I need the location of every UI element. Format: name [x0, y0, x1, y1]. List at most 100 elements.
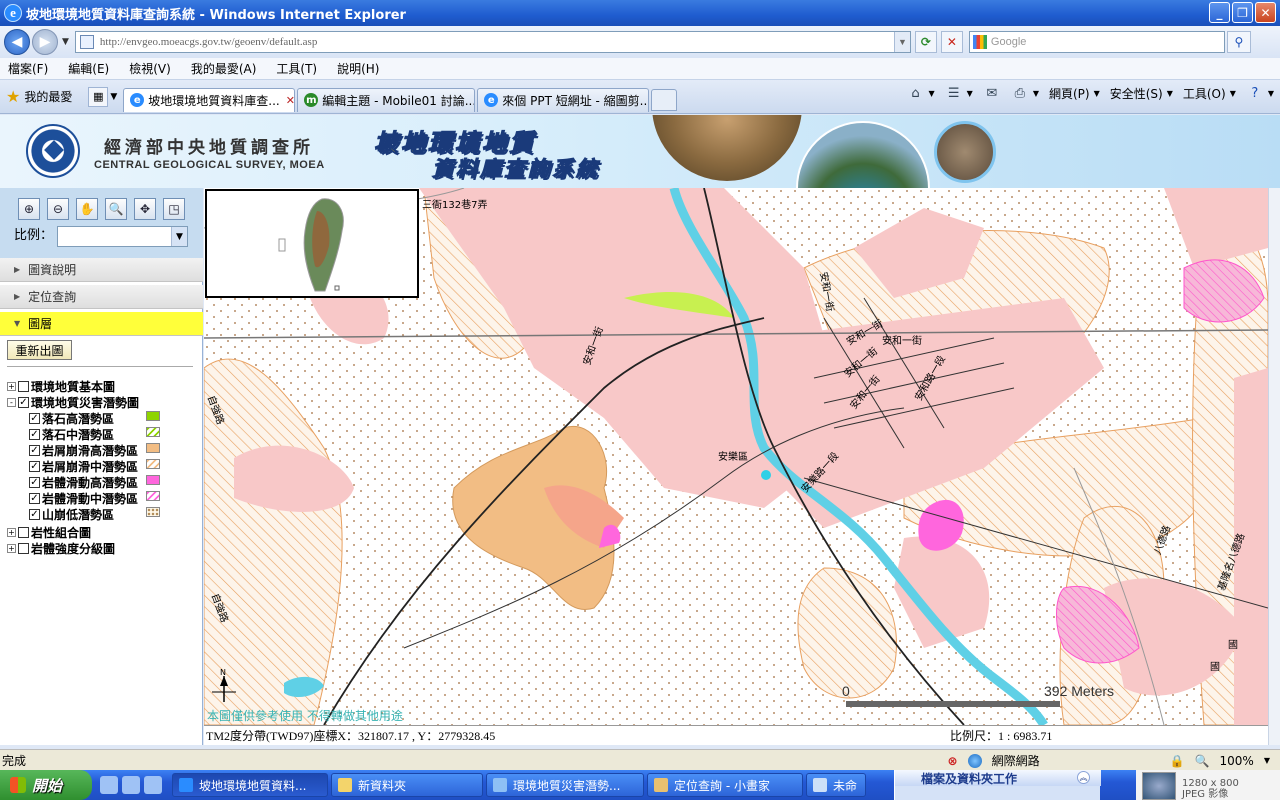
layer-checkbox[interactable]	[18, 527, 29, 538]
zoom-icon[interactable]: 🔍	[1195, 754, 1210, 768]
full-extent-icon[interactable]: ✥	[134, 198, 156, 220]
safety-dropdown-icon[interactable]: ▼	[1167, 89, 1173, 98]
print-dropdown-icon[interactable]: ▼	[1033, 89, 1039, 98]
refresh-button[interactable]: ⟳	[914, 31, 937, 53]
mail-icon[interactable]: ✉	[983, 84, 1001, 102]
task-ie-geoenv[interactable]: 坡地環境地質資料...	[172, 773, 328, 797]
redraw-button[interactable]: 重新出圖	[7, 340, 72, 360]
sublayer-rockfall-medium[interactable]: ✓ 落石中潛勢區	[29, 426, 114, 443]
history-dropdown-icon[interactable]: ▼	[62, 37, 69, 47]
layer-checkbox[interactable]: ✓	[18, 397, 29, 408]
print-icon[interactable]: ⎙	[1011, 84, 1029, 102]
task-untitled[interactable]: 未命	[806, 773, 866, 797]
zoom-in-icon[interactable]: ⊕	[18, 198, 40, 220]
favorites-button[interactable]: ★ 我的最愛	[6, 87, 72, 106]
url-dropdown-icon[interactable]: ▼	[893, 32, 910, 52]
expand-icon[interactable]: +	[7, 544, 16, 553]
sublayer-debris-medium[interactable]: ✓ 岩屑崩滑中潛勢區	[29, 458, 138, 475]
layer-lithology-map[interactable]: + 岩性組合圖	[7, 524, 91, 541]
tab-mobile01[interactable]: m 編輯主題 - Mobile01 討論...	[297, 87, 476, 112]
maximize-button[interactable]: ❐	[1232, 2, 1253, 23]
zoom-dropdown-icon[interactable]: ▼	[1264, 756, 1270, 765]
help-dropdown-icon[interactable]: ▼	[1268, 89, 1274, 98]
sublayer-landslide-low[interactable]: ✓ 山崩低潛勢區	[29, 506, 114, 523]
back-button[interactable]: ◀	[4, 29, 30, 55]
task-new-folder[interactable]: 新資料夾	[331, 773, 483, 797]
rss-feed-icon[interactable]: ☰	[945, 84, 963, 102]
layer-checkbox[interactable]: ✓	[29, 493, 40, 504]
menu-edit[interactable]: 編輯(E)	[68, 60, 109, 77]
safety-menu[interactable]: 安全性(S)	[1110, 85, 1163, 102]
map-canvas[interactable]: 三衙132巷7弄 安和一街 安和一街 安和一街 安和一街 安和一街 安和路一段 …	[204, 188, 1268, 725]
sublayer-debris-high[interactable]: ✓ 岩屑崩滑高潛勢區	[29, 442, 138, 459]
zoom-level[interactable]: 100%	[1220, 754, 1254, 768]
help-icon[interactable]: ?	[1246, 84, 1264, 102]
layer-hazard-map[interactable]: - ✓ 環境地質災害潛勢圖	[7, 394, 139, 411]
search-button[interactable]: ⚲	[1226, 31, 1251, 53]
section-layers[interactable]: ▼ 圖層	[0, 312, 203, 336]
layer-checkbox[interactable]: ✓	[29, 509, 40, 520]
menu-tools[interactable]: 工具(T)	[276, 60, 317, 77]
layer-checkbox[interactable]: ✓	[29, 413, 40, 424]
stop-button[interactable]: ✕	[940, 31, 963, 53]
tools-menu[interactable]: 工具(O)	[1183, 85, 1226, 102]
collapse-icon[interactable]: -	[7, 398, 16, 407]
sublayer-rockfall-high[interactable]: ✓ 落石高潛勢區	[29, 410, 114, 427]
tab-ppt[interactable]: e 來個 PPT 短網址 - 縮圖剪...	[477, 87, 650, 112]
tab-geoenv[interactable]: e 坡地環境地質資料庫查... ✕	[123, 87, 296, 112]
task-paint[interactable]: 定位查詢 - 小畫家	[647, 773, 803, 797]
start-button[interactable]: 開始	[0, 770, 92, 800]
ie-quicklaunch-icon[interactable]	[100, 776, 118, 794]
section-map-info[interactable]: ▶ 圖資說明	[0, 258, 203, 282]
layer-basic-map[interactable]: + 環境地質基本圖	[7, 378, 115, 395]
menu-file[interactable]: 檔案(F)	[8, 60, 48, 77]
close-tab-icon[interactable]: ✕	[286, 94, 295, 107]
minimize-button[interactable]: _	[1209, 2, 1230, 23]
forward-button[interactable]: ▶	[32, 29, 58, 55]
new-tab-button[interactable]	[651, 88, 678, 111]
protected-mode-icon[interactable]: 🔒	[1170, 754, 1185, 768]
layer-checkbox[interactable]	[18, 381, 29, 392]
sublayer-rock-slide-high[interactable]: ✓ 岩體滑動高潛勢區	[29, 474, 138, 491]
expand-icon[interactable]: +	[7, 528, 16, 537]
task-hazard-image[interactable]: 環境地質災害潛勢...	[486, 773, 644, 797]
chevron-down-icon[interactable]: ▼	[171, 227, 187, 246]
layer-checkbox[interactable]: ✓	[29, 461, 40, 472]
close-window-button[interactable]: ✕	[1255, 2, 1276, 23]
media-quicklaunch-icon[interactable]	[144, 776, 162, 794]
scale-select[interactable]: ▼	[57, 226, 188, 247]
url-field[interactable]: http://envgeo.moeacgs.gov.tw/geoenv/defa…	[74, 31, 911, 53]
layer-checkbox[interactable]: ✓	[29, 477, 40, 488]
page-scrollbar[interactable]	[1268, 188, 1280, 745]
menu-view[interactable]: 檢視(V)	[129, 60, 171, 77]
page-dropdown-icon[interactable]: ▼	[1094, 89, 1100, 98]
layer-checkbox[interactable]: ✓	[29, 445, 40, 456]
layer-label: 落石中潛勢區	[42, 428, 115, 442]
identify-icon[interactable]: ◳	[163, 198, 185, 220]
chevron-up-icon[interactable]: ︽	[1077, 771, 1090, 784]
expand-icon[interactable]: +	[7, 382, 16, 391]
status-text: 完成	[2, 753, 27, 768]
pan-hand-icon[interactable]: ✋	[76, 198, 98, 220]
menu-favorites[interactable]: 我的最愛(A)	[191, 60, 257, 77]
zoom-extent-icon[interactable]: 🔍	[105, 198, 127, 220]
url-text: http://envgeo.moeacgs.gov.tw/geoenv/defa…	[99, 36, 318, 48]
feed-dropdown-icon[interactable]: ▼	[967, 89, 973, 98]
search-input[interactable]: Google	[968, 31, 1225, 53]
tools-dropdown-icon[interactable]: ▼	[1230, 89, 1236, 98]
popup-blocked-icon[interactable]: ⊗	[948, 754, 958, 768]
tab-list-dropdown-icon[interactable]: ▼	[110, 92, 117, 102]
home-icon[interactable]: ⌂	[907, 84, 925, 102]
zoom-out-icon[interactable]: ⊖	[47, 198, 69, 220]
overview-map[interactable]	[205, 189, 419, 298]
quick-tabs-icon[interactable]: ▦	[88, 86, 109, 107]
page-menu[interactable]: 網頁(P)	[1049, 85, 1090, 102]
sublayer-rock-slide-medium[interactable]: ✓ 岩體滑動中潛勢區	[29, 490, 138, 507]
menu-help[interactable]: 說明(H)	[337, 60, 379, 77]
layer-rock-strength-map[interactable]: + 岩體強度分級圖	[7, 540, 115, 557]
save-quicklaunch-icon[interactable]	[122, 776, 140, 794]
layer-checkbox[interactable]	[18, 543, 29, 554]
home-dropdown-icon[interactable]: ▼	[929, 89, 935, 98]
section-location-query[interactable]: ▶ 定位查詢	[0, 285, 203, 309]
layer-checkbox[interactable]: ✓	[29, 429, 40, 440]
